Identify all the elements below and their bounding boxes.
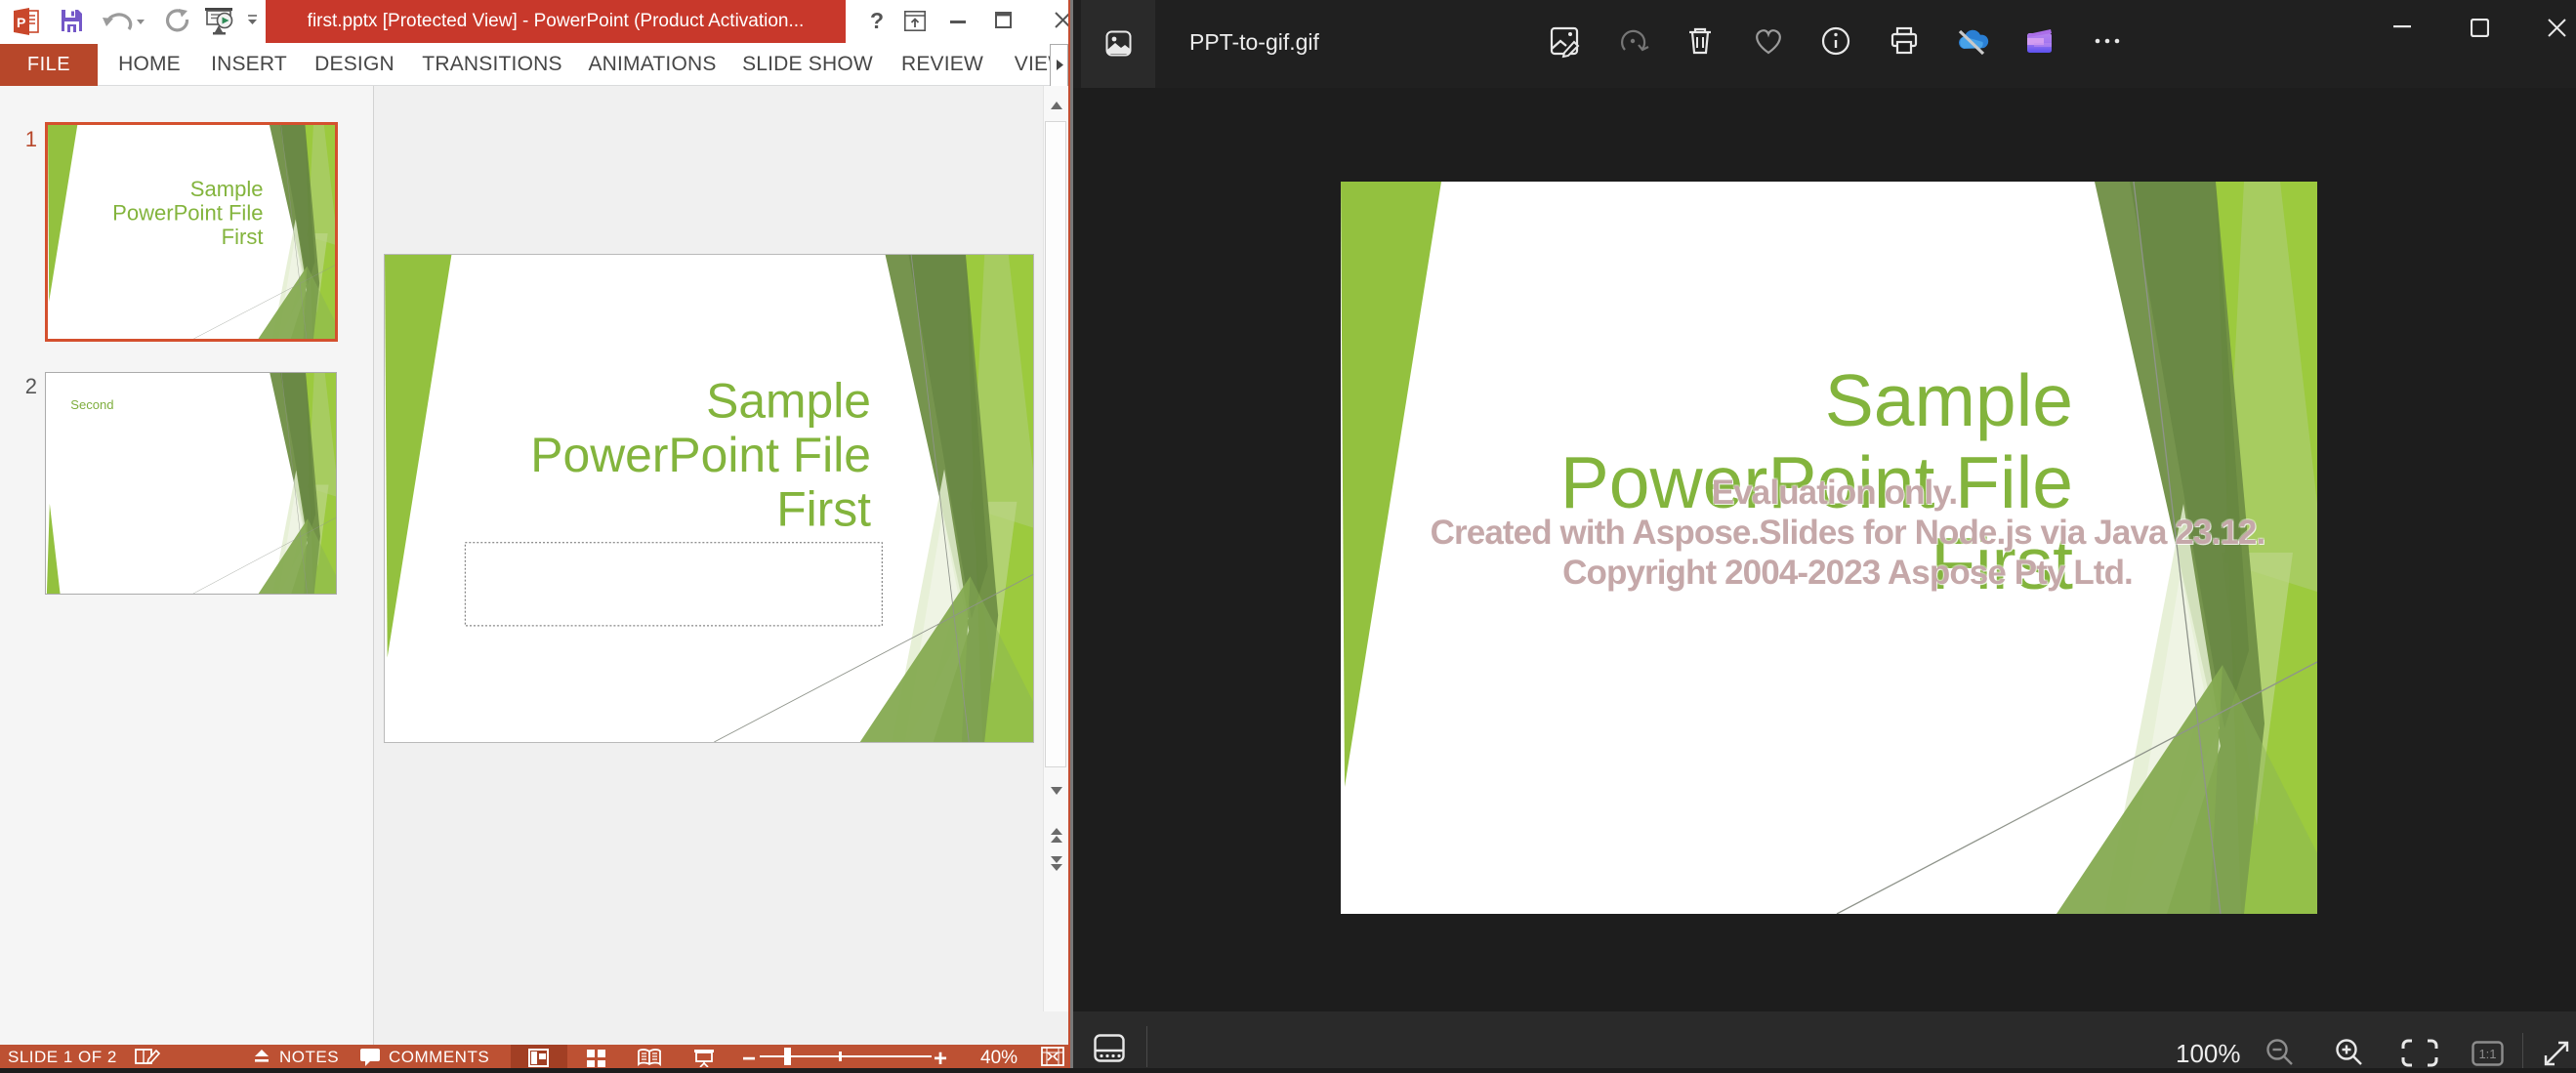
svg-text:PowerPoint File: PowerPoint File xyxy=(112,201,263,226)
svg-text:Sample: Sample xyxy=(190,177,264,201)
svg-text:P: P xyxy=(17,15,25,30)
svg-text:First: First xyxy=(776,481,871,536)
svg-text:First: First xyxy=(222,225,264,249)
svg-text:Second: Second xyxy=(70,397,113,412)
svg-text:PowerPoint File: PowerPoint File xyxy=(530,428,871,482)
svg-text:Sample: Sample xyxy=(706,373,871,428)
svg-text:Sample: Sample xyxy=(1825,359,2073,441)
svg-text:1:1: 1:1 xyxy=(2478,1047,2496,1061)
